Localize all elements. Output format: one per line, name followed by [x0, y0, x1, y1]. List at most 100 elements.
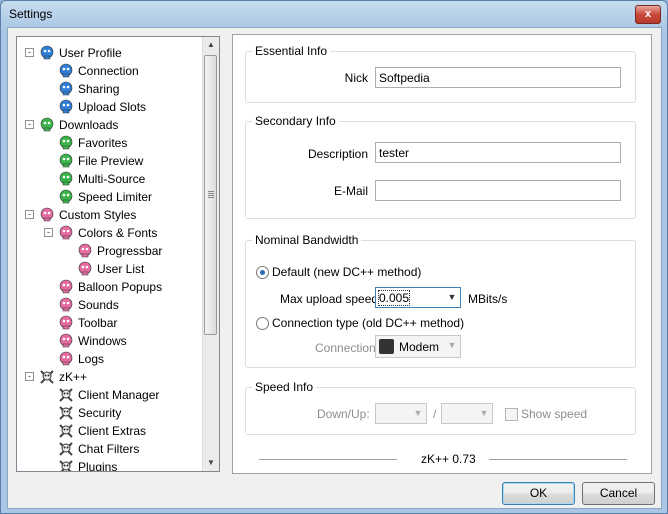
- tree-item-label: Speed Limiter: [78, 190, 153, 204]
- tree-expander-icon[interactable]: -: [25, 120, 34, 129]
- tree-item[interactable]: Favorites: [58, 134, 127, 152]
- crossbones-icon: [58, 387, 74, 403]
- pink-skull-icon: [58, 315, 74, 331]
- tree-item[interactable]: Upload Slots: [58, 98, 146, 116]
- speed-slash: /: [433, 407, 437, 421]
- tree-item[interactable]: - zK++: [25, 368, 88, 386]
- tree-item[interactable]: - Custom Styles: [25, 206, 136, 224]
- tree-item[interactable]: Sounds: [58, 296, 119, 314]
- tree-scrollbar[interactable]: ▲ ▼: [202, 37, 219, 471]
- tree-expander-icon[interactable]: -: [44, 228, 53, 237]
- footer-divider-left: [259, 459, 397, 460]
- pink-skull-icon: [77, 261, 93, 277]
- show-speed-checkbox[interactable]: [505, 408, 518, 421]
- pink-skull-icon: [77, 243, 93, 259]
- nominal-bandwidth-title: Nominal Bandwidth: [252, 233, 362, 247]
- blue-head-icon: [58, 63, 74, 79]
- nick-label: Nick: [344, 71, 368, 85]
- tree-item-label: Multi-Source: [78, 172, 146, 186]
- nick-field[interactable]: [375, 67, 621, 88]
- green-skull-icon: [39, 117, 55, 133]
- blue-head-icon: [39, 45, 55, 61]
- tree-item-label: User Profile: [59, 46, 122, 60]
- tree-item[interactable]: Sharing: [58, 80, 119, 98]
- ok-button[interactable]: OK: [502, 482, 575, 505]
- description-label: Description: [307, 147, 368, 161]
- connection-value: Modem: [399, 340, 440, 354]
- footer-divider-right: [489, 459, 627, 460]
- tree-item[interactable]: Connection: [58, 62, 139, 80]
- tree-item[interactable]: - Downloads: [25, 116, 119, 134]
- secondary-info-title: Secondary Info: [252, 114, 339, 128]
- tree-item[interactable]: Balloon Popups: [58, 278, 162, 296]
- close-button[interactable]: x: [635, 5, 661, 24]
- tree-item-label: Sounds: [78, 298, 119, 312]
- tree-item[interactable]: Chat Filters: [58, 440, 139, 458]
- chevron-down-icon[interactable]: ▼: [444, 288, 460, 307]
- max-upload-combo[interactable]: 0.005 ▼: [375, 287, 461, 308]
- crossbones-icon: [58, 441, 74, 457]
- green-skull-icon: [58, 153, 74, 169]
- tree-item-label: Plugins: [78, 460, 118, 472]
- pink-skull-icon: [58, 225, 74, 241]
- crossbones-icon: [58, 423, 74, 439]
- tree-item[interactable]: Security: [58, 404, 121, 422]
- tree-expander-icon[interactable]: -: [25, 210, 34, 219]
- tree-item[interactable]: Multi-Source: [58, 170, 145, 188]
- default-method-radio[interactable]: [256, 266, 269, 279]
- email-field[interactable]: [375, 180, 621, 201]
- tree-item-label: Colors & Fonts: [78, 226, 158, 240]
- connection-combo[interactable]: Modem ▼: [375, 335, 461, 358]
- tree-expander-icon[interactable]: -: [25, 48, 34, 57]
- description-field[interactable]: [375, 142, 621, 163]
- tree-item-label: Downloads: [59, 118, 119, 132]
- chevron-down-icon[interactable]: ▼: [444, 336, 460, 355]
- pink-skull-icon: [58, 351, 74, 367]
- tree-item[interactable]: - User Profile: [25, 44, 122, 62]
- show-speed-label[interactable]: Show speed: [521, 407, 587, 421]
- tree-item-label: Favorites: [78, 136, 128, 150]
- version-label: zK++ 0.73: [421, 452, 476, 466]
- cancel-button[interactable]: Cancel: [582, 482, 655, 505]
- pink-skull-icon: [58, 279, 74, 295]
- settings-panel: Essential Info Nick Secondary Info Descr…: [232, 34, 652, 474]
- scroll-down-arrow-icon[interactable]: ▼: [203, 455, 219, 471]
- scroll-up-arrow-icon[interactable]: ▲: [203, 37, 219, 53]
- max-upload-value: 0.005: [377, 290, 411, 306]
- scroll-thumb[interactable]: [204, 55, 217, 335]
- connection-type-radio[interactable]: [256, 317, 269, 330]
- tree-item-label: Progressbar: [97, 244, 163, 258]
- tree-item[interactable]: User List: [77, 260, 144, 278]
- tree-expander-icon[interactable]: -: [25, 372, 34, 381]
- modem-icon: [379, 339, 394, 354]
- title-bar[interactable]: Settings x: [1, 1, 667, 27]
- down-speed-combo[interactable]: ▼: [375, 403, 427, 424]
- tree-item-label: zK++: [59, 370, 88, 384]
- tree-item[interactable]: Speed Limiter: [58, 188, 152, 206]
- max-upload-label: Max upload speed: [280, 292, 379, 306]
- tree-item[interactable]: Windows: [58, 332, 127, 350]
- tree-item[interactable]: Client Manager: [58, 386, 159, 404]
- tree-item[interactable]: File Preview: [58, 152, 143, 170]
- tree-item-label: Chat Filters: [78, 442, 140, 456]
- essential-info-group: Essential Info Nick: [245, 44, 636, 103]
- green-skull-icon: [58, 189, 74, 205]
- up-speed-combo[interactable]: ▼: [441, 403, 493, 424]
- connection-type-label[interactable]: Connection type (old DC++ method): [272, 316, 464, 330]
- window-title: Settings: [9, 7, 53, 21]
- tree-item[interactable]: Progressbar: [77, 242, 162, 260]
- units-label: MBits/s: [468, 292, 508, 306]
- chevron-down-icon[interactable]: ▼: [476, 404, 492, 423]
- speed-info-group: Speed Info Down/Up: ▼ / ▼ Show speed: [245, 380, 636, 435]
- tree-item[interactable]: Client Extras: [58, 422, 146, 440]
- tree-item[interactable]: Plugins: [58, 458, 118, 472]
- tree-item[interactable]: - Colors & Fonts: [44, 224, 158, 242]
- tree-item[interactable]: Toolbar: [58, 314, 117, 332]
- tree-item-label: Client Manager: [78, 388, 160, 402]
- tree-item-label: Connection: [78, 64, 139, 78]
- chevron-down-icon[interactable]: ▼: [410, 404, 426, 423]
- tree-item[interactable]: Logs: [58, 350, 104, 368]
- default-method-label[interactable]: Default (new DC++ method): [272, 265, 421, 279]
- pink-skull-icon: [58, 297, 74, 313]
- nominal-bandwidth-group: Nominal Bandwidth Default (new DC++ meth…: [245, 233, 636, 368]
